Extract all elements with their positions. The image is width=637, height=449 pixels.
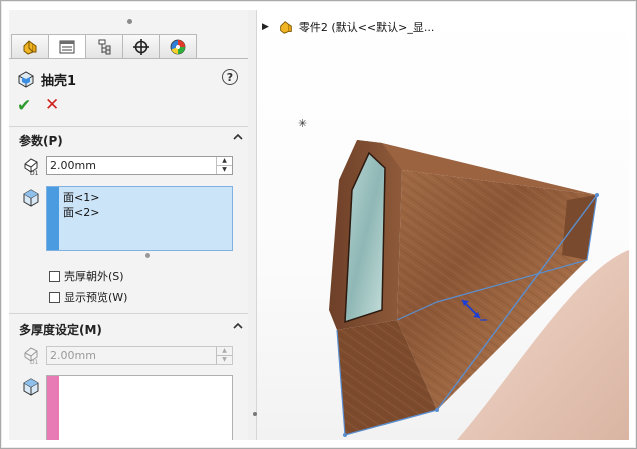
feature-title-row: 抽壳1 <box>17 68 76 90</box>
part-icon <box>280 21 292 34</box>
faces-to-remove-list[interactable]: 面<1> 面<2> <box>46 186 233 251</box>
feature-manager-tab[interactable] <box>11 34 49 58</box>
appearance-pie-icon <box>170 39 186 54</box>
thickness-stepper[interactable]: ▲ ▼ <box>216 157 232 174</box>
list-resize-grip[interactable] <box>145 253 150 258</box>
property-list-icon <box>59 40 75 53</box>
cancel-button[interactable]: ✕ <box>45 95 59 115</box>
shell-feature-icon <box>18 71 34 88</box>
list-item[interactable]: 面<2> <box>63 204 99 220</box>
stepper-down-icon[interactable]: ▼ <box>217 165 232 174</box>
stepper-down-icon[interactable]: ▼ <box>217 355 232 364</box>
svg-text:D1: D1 <box>30 359 39 365</box>
part-name-label: 零件2 (默认<<默认>_显... <box>298 21 435 34</box>
collapse-parameters-icon[interactable] <box>232 132 244 145</box>
parameters-header[interactable]: 参数(P) <box>19 132 63 149</box>
property-manager-tab[interactable] <box>48 34 86 58</box>
tab-divider <box>9 58 248 59</box>
section-separator <box>9 126 248 127</box>
section-separator <box>9 313 248 314</box>
graphics-viewport[interactable] <box>257 10 629 440</box>
shell-outward-label: 壳厚朝外(S) <box>64 270 124 283</box>
stepper-up-icon[interactable]: ▲ <box>217 157 232 165</box>
origin-marker-icon: ✳ <box>298 117 308 130</box>
show-preview-checkbox[interactable] <box>49 291 60 303</box>
panel-splitter[interactable] <box>248 10 257 440</box>
model-view[interactable] <box>257 10 629 440</box>
configuration-manager-tab[interactable] <box>85 34 123 58</box>
ok-button[interactable]: ✔ <box>17 96 31 116</box>
expand-caret-icon[interactable]: ▶ <box>262 22 269 32</box>
list-item[interactable]: 面<1> <box>63 189 99 205</box>
feature-tree-flyout[interactable]: ▶ 零件2 (默认<<默认>_显... <box>262 19 434 35</box>
multi-thickness-input[interactable] <box>47 347 213 364</box>
shell-outward-option[interactable]: 壳厚朝外(S) <box>49 268 124 284</box>
thickness-field[interactable]: ▲ ▼ <box>46 156 233 175</box>
feature-title: 抽壳1 <box>41 73 77 89</box>
display-manager-tab[interactable] <box>159 34 197 58</box>
multi-thickness-faces-list[interactable] <box>46 375 233 440</box>
multi-thickness-faces-icon <box>22 377 40 400</box>
faces-to-remove-icon <box>22 188 40 211</box>
show-preview-label: 显示预览(W) <box>64 291 128 304</box>
collapse-multi-thickness-icon[interactable] <box>232 321 244 334</box>
svg-text:D1: D1 <box>30 170 39 176</box>
show-preview-option[interactable]: 显示预览(W) <box>49 289 127 305</box>
multi-thickness-icon: D1 <box>22 345 42 368</box>
selection-color-bar <box>47 187 59 250</box>
panel-grip[interactable] <box>127 19 132 24</box>
multi-thickness-field[interactable]: ▲ ▼ <box>46 346 233 365</box>
thickness-input[interactable] <box>47 157 213 174</box>
crosshair-icon <box>133 38 149 55</box>
multi-thickness-header[interactable]: 多厚度设定(M) <box>19 321 102 338</box>
configuration-icon <box>98 39 111 54</box>
multi-thickness-stepper[interactable]: ▲ ▼ <box>216 347 232 364</box>
manager-tabs <box>11 34 245 58</box>
dimxpert-tab[interactable] <box>122 34 160 58</box>
stepper-up-icon[interactable]: ▲ <box>217 347 232 355</box>
property-manager-panel: 抽壳1 ? ✔ ✕ 参数(P) D1 ▲ ▼ 面<1> 面<2> <box>9 10 249 440</box>
selection-color-bar <box>47 376 59 440</box>
shell-outward-checkbox[interactable] <box>49 270 60 282</box>
help-icon[interactable]: ? <box>222 69 238 85</box>
thickness-icon: D1 <box>22 156 42 179</box>
feature-tree-icon <box>23 39 37 55</box>
